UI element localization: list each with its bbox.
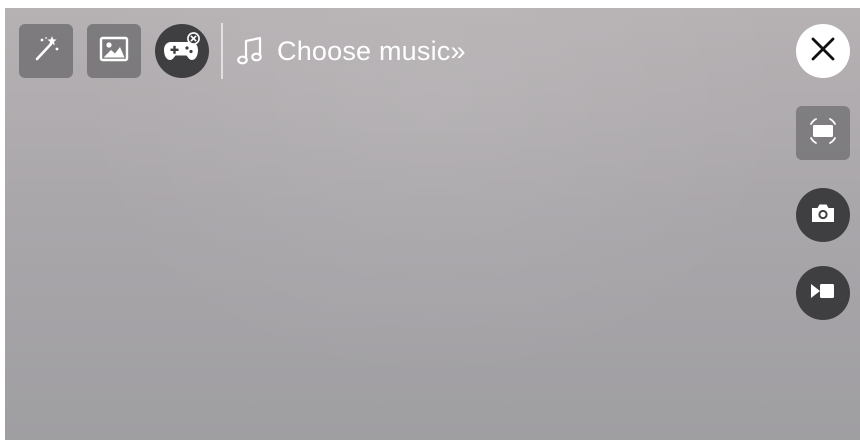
screen-frame-icon: [808, 116, 838, 151]
camera-icon: [810, 202, 836, 229]
image-icon: [99, 36, 129, 67]
game-mode-button[interactable]: [155, 24, 209, 78]
top-toolbar: Choose music»: [19, 23, 466, 79]
close-icon: [810, 36, 836, 67]
effects-button[interactable]: [19, 24, 73, 78]
choose-music-label: Choose music»: [277, 35, 466, 66]
choose-music-button[interactable]: Choose music»: [237, 36, 466, 67]
image-button[interactable]: [87, 24, 141, 78]
side-controls: [796, 24, 850, 320]
gamepad-off-icon: [163, 31, 201, 71]
toolbar-divider: [221, 23, 223, 79]
magic-wand-icon: [31, 34, 61, 69]
music-note-icon: [237, 36, 263, 66]
screenshot-button[interactable]: [796, 188, 850, 242]
close-button[interactable]: [796, 24, 850, 78]
screen-mode-button[interactable]: [796, 106, 850, 160]
video-record-icon: [810, 281, 836, 306]
camera-preview: Choose music»: [5, 8, 860, 440]
record-button[interactable]: [796, 266, 850, 320]
